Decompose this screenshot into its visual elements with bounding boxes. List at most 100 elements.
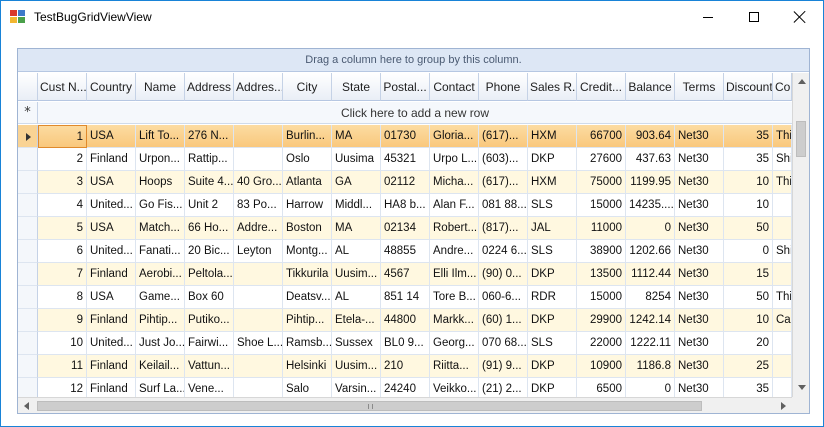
grid-cell[interactable]: SLS xyxy=(528,194,577,217)
grid-cell[interactable]: 83 Po... xyxy=(234,194,283,217)
grid-cell[interactable]: 13500 xyxy=(577,263,626,286)
grid-cell[interactable]: Tikkurila xyxy=(283,263,332,286)
column-header[interactable]: Postal... xyxy=(381,73,430,101)
grid-cell[interactable]: DKP xyxy=(528,355,577,378)
scroll-down-arrow-icon[interactable] xyxy=(793,379,809,396)
grid-cell[interactable]: 66700 xyxy=(577,125,626,148)
grid-cell[interactable]: Micha... xyxy=(430,171,479,194)
close-button[interactable] xyxy=(777,1,823,32)
grid-cell[interactable]: Uusima xyxy=(332,148,381,171)
grid-cell[interactable]: 15000 xyxy=(577,286,626,309)
grid-cell[interactable] xyxy=(234,263,283,286)
grid-cell[interactable]: 38900 xyxy=(577,240,626,263)
grid-cell[interactable]: (617)... xyxy=(479,125,528,148)
column-header[interactable]: Co xyxy=(773,73,792,101)
grid-cell[interactable]: Net30 xyxy=(675,217,724,240)
grid-cell[interactable] xyxy=(773,194,792,217)
grid-cell[interactable]: MA xyxy=(332,125,381,148)
grid-cell[interactable]: United... xyxy=(87,240,136,263)
grid-cell[interactable]: Gloria... xyxy=(430,125,479,148)
grid-cell[interactable]: SLS xyxy=(528,240,577,263)
grid-cell[interactable]: 75000 xyxy=(577,171,626,194)
grid-cell[interactable] xyxy=(773,217,792,240)
grid-cell[interactable]: 437.63 xyxy=(626,148,675,171)
grid-cell[interactable]: Net30 xyxy=(675,125,724,148)
grid-cell[interactable]: DKP xyxy=(528,309,577,332)
grid-cell[interactable]: Just Jo... xyxy=(136,332,185,355)
grid-cell[interactable]: Helsinki xyxy=(283,355,332,378)
grid-cell[interactable]: 20 Bic... xyxy=(185,240,234,263)
row-indicator[interactable] xyxy=(18,286,38,309)
grid-cell[interactable]: 0 xyxy=(724,240,773,263)
maximize-button[interactable] xyxy=(731,1,777,32)
column-header[interactable]: Phone xyxy=(479,73,528,101)
grid-cell[interactable]: DKP xyxy=(528,263,577,286)
table-row[interactable]: 2 Finland Urpon... Rattip... Oslo Uusima 45321… xyxy=(18,148,792,171)
grid-cell[interactable]: (603)... xyxy=(479,148,528,171)
column-header[interactable]: State xyxy=(332,73,381,101)
grid-cell[interactable]: Thi xyxy=(773,125,792,148)
column-header[interactable]: Country xyxy=(87,73,136,101)
grid-cell[interactable]: 35 xyxy=(724,148,773,171)
row-indicator[interactable] xyxy=(18,171,38,194)
grid-cell[interactable]: Net30 xyxy=(675,332,724,355)
grid-cell[interactable]: Lift To... xyxy=(136,125,185,148)
row-indicator[interactable] xyxy=(18,125,38,148)
grid-cell[interactable] xyxy=(234,355,283,378)
grid-cell[interactable]: 14235.... xyxy=(626,194,675,217)
column-header[interactable]: Address xyxy=(185,73,234,101)
grid-cell[interactable]: Fairwi... xyxy=(185,332,234,355)
column-header[interactable]: Addres... xyxy=(234,73,283,101)
grid-cell[interactable]: 3 xyxy=(38,171,87,194)
grid-cell[interactable]: Shi xyxy=(773,148,792,171)
table-row[interactable]: 8 USA Game... Box 60 Deatsv... AL 851 14 Tore B… xyxy=(18,286,792,309)
grid-cell[interactable]: 15000 xyxy=(577,194,626,217)
column-header[interactable]: Sales R... xyxy=(528,73,577,101)
grid-cell[interactable]: Oslo xyxy=(283,148,332,171)
table-row[interactable]: 4 United... Go Fis... Unit 2 83 Po... Harrow M… xyxy=(18,194,792,217)
grid-cell[interactable]: Box 60 xyxy=(185,286,234,309)
grid-cell[interactable]: USA xyxy=(87,286,136,309)
grid-cell[interactable]: 2 xyxy=(38,148,87,171)
grid-cell[interactable]: 081 88... xyxy=(479,194,528,217)
grid-cell[interactable]: AL xyxy=(332,286,381,309)
grid-cell[interactable]: MA xyxy=(332,217,381,240)
row-indicator[interactable] xyxy=(18,240,38,263)
grid-cell[interactable]: HXM xyxy=(528,125,577,148)
table-row[interactable]: 1 USA Lift To... 276 N... Burlin... MA 01730 Gl… xyxy=(18,125,792,148)
grid-cell[interactable]: 50 xyxy=(724,286,773,309)
column-header[interactable]: City xyxy=(283,73,332,101)
grid-cell[interactable]: Riitta... xyxy=(430,355,479,378)
grid-cell[interactable]: USA xyxy=(87,217,136,240)
grid-cell[interactable]: Uusim... xyxy=(332,263,381,286)
grid-cell[interactable]: Shi xyxy=(773,240,792,263)
grid-cell[interactable]: Markk... xyxy=(430,309,479,332)
grid-cell[interactable]: BL0 9... xyxy=(381,332,430,355)
grid-cell[interactable]: 0224 6... xyxy=(479,240,528,263)
column-header[interactable]: Terms xyxy=(675,73,724,101)
grid-cell[interactable] xyxy=(773,263,792,286)
scroll-up-arrow-icon[interactable] xyxy=(793,73,809,90)
grid-cell[interactable]: RDR xyxy=(528,286,577,309)
grid-cell[interactable]: Rattip... xyxy=(185,148,234,171)
vertical-scrollbar[interactable] xyxy=(792,73,809,397)
grid-cell[interactable]: Net30 xyxy=(675,171,724,194)
table-row[interactable]: 7 Finland Aerobi... Peltola... Tikkurila Uusi… xyxy=(18,263,792,286)
grid-cell[interactable]: Atlanta xyxy=(283,171,332,194)
row-indicator[interactable] xyxy=(18,309,38,332)
grid-cell[interactable]: (60) 1... xyxy=(479,309,528,332)
grid-cell[interactable]: 0 xyxy=(626,217,675,240)
grid-cell[interactable]: Finland xyxy=(87,309,136,332)
grid-cell[interactable]: (91) 9... xyxy=(479,355,528,378)
table-row[interactable]: 5 USA Match... 66 Ho... Addre... Boston MA 0213… xyxy=(18,217,792,240)
grid-cell[interactable]: Net30 xyxy=(675,148,724,171)
grid-cell[interactable]: 01730 xyxy=(381,125,430,148)
grid-cell[interactable]: Keilail... xyxy=(136,355,185,378)
grid-cell[interactable]: Game... xyxy=(136,286,185,309)
column-header[interactable]: Contact xyxy=(430,73,479,101)
grid-cell[interactable]: Middl... xyxy=(332,194,381,217)
grid-cell[interactable]: 45321 xyxy=(381,148,430,171)
grid-cell[interactable]: Alan F... xyxy=(430,194,479,217)
grid-cell[interactable]: 29900 xyxy=(577,309,626,332)
horizontal-scrollbar[interactable] xyxy=(18,397,809,413)
